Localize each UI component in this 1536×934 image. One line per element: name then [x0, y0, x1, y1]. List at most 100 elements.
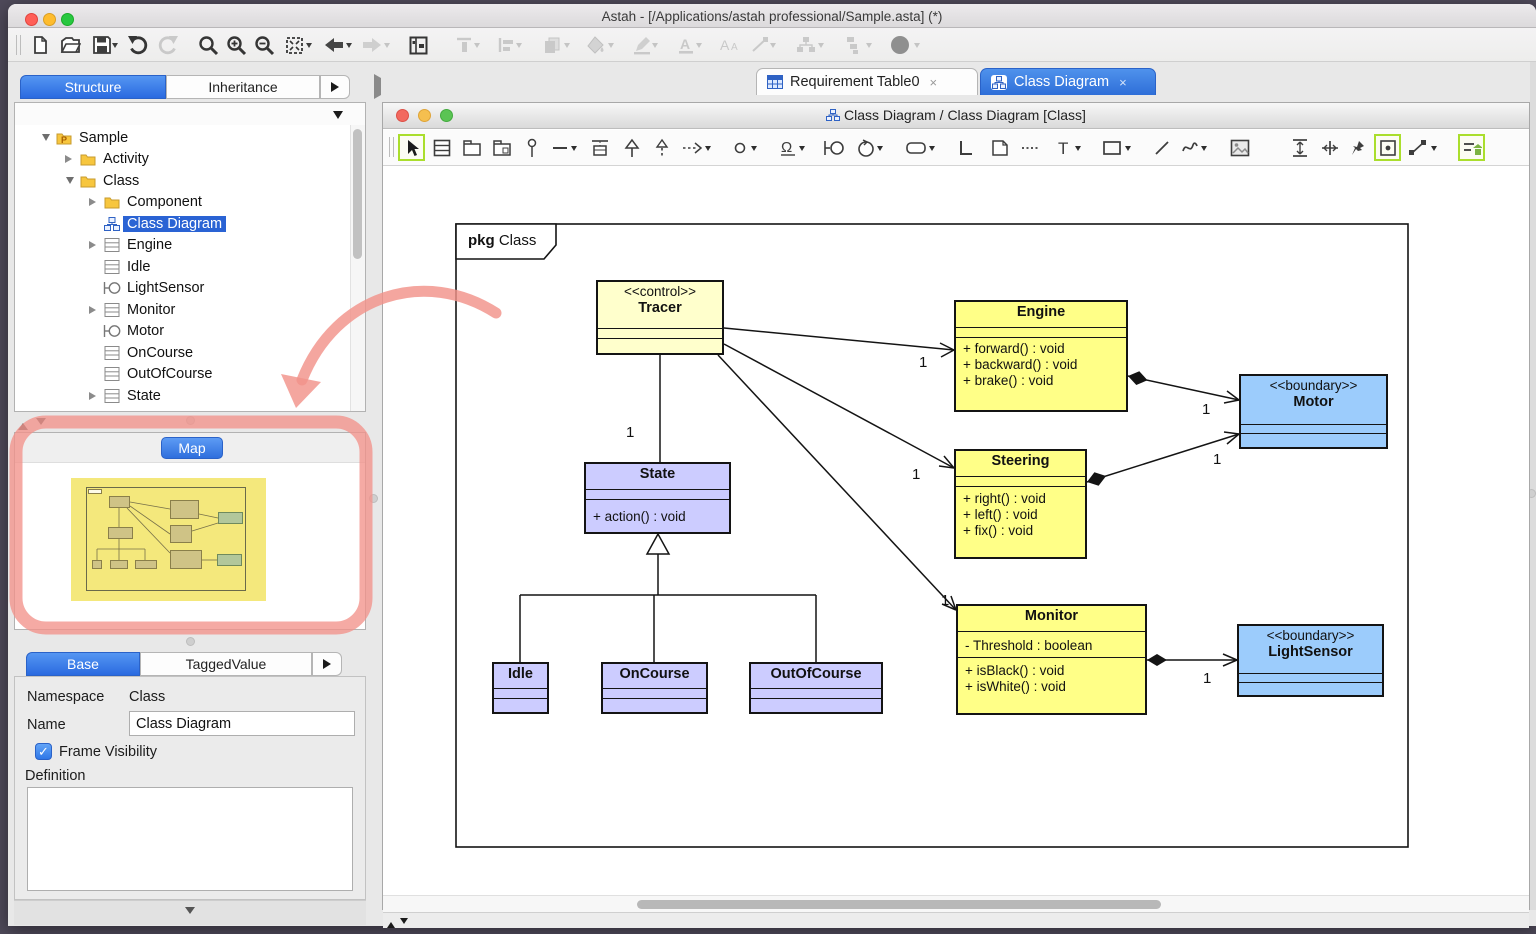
horizontal-scrollbar[interactable]	[383, 895, 1529, 912]
connector-dropdown[interactable]	[1431, 146, 1437, 154]
qualifier-tool-icon[interactable]	[953, 135, 978, 160]
entity-lozenge-tool-icon[interactable]	[903, 135, 928, 160]
class-state[interactable]: State + action() : void	[584, 462, 731, 534]
undo-icon[interactable]	[126, 33, 150, 57]
image-tool-icon[interactable]	[1227, 135, 1252, 160]
association-tool-icon[interactable]	[547, 135, 572, 160]
tree-item-motor[interactable]: Motor	[15, 321, 168, 343]
tree-menu-dropdown-icon[interactable]	[333, 111, 343, 124]
tree-item-idle[interactable]: Idle	[15, 256, 154, 278]
package-tool-icon[interactable]	[459, 135, 484, 160]
rectangle-dropdown[interactable]	[1125, 146, 1131, 154]
class-motor[interactable]: <<boundary>> Motor	[1239, 374, 1388, 449]
zoom-out-icon[interactable]	[252, 33, 276, 57]
map-thumbnail-viewport[interactable]	[71, 478, 266, 601]
freehand-curve-tool-icon[interactable]	[1177, 135, 1202, 160]
expander-open-icon[interactable]	[39, 130, 53, 145]
tree-item-state[interactable]: State	[15, 385, 165, 407]
generalization-tool-icon[interactable]	[619, 135, 644, 160]
text-dropdown[interactable]	[1075, 146, 1081, 154]
class-lightsensor[interactable]: <<boundary>> LightSensor	[1237, 624, 1384, 697]
definition-field[interactable]	[27, 787, 353, 891]
expander-closed-icon[interactable]	[87, 241, 101, 249]
pin-tool-icon[interactable]	[519, 135, 544, 160]
curve-dropdown[interactable]	[1201, 146, 1207, 154]
fit-view-dropdown[interactable]	[306, 43, 312, 51]
note-tool-icon[interactable]	[987, 135, 1012, 160]
new-file-icon[interactable]	[28, 33, 52, 57]
text-tool-icon[interactable]: T	[1051, 135, 1076, 160]
fit-view-icon[interactable]	[282, 33, 306, 57]
tree-item-outofcourse[interactable]: OutOfCourse	[15, 364, 216, 386]
horizontal-scrollbar-thumb[interactable]	[637, 900, 1161, 909]
class-outofcourse[interactable]: OutOfCourse	[749, 662, 883, 714]
instance-dropdown[interactable]	[751, 146, 757, 154]
tab-base[interactable]: Base	[26, 652, 140, 676]
open-file-icon[interactable]	[58, 33, 82, 57]
dependency-tool-icon[interactable]	[679, 135, 704, 160]
panel-divider-handle[interactable]	[369, 494, 378, 503]
class-tracer[interactable]: <<control>> Tracer	[596, 280, 724, 355]
tree-item-engine[interactable]: Engine	[15, 235, 176, 257]
polyline-connector-icon[interactable]	[1405, 135, 1430, 160]
zoom-in-icon[interactable]	[224, 33, 248, 57]
tree-item-lightsensor[interactable]: LightSensor	[15, 278, 208, 300]
tree-item-activity[interactable]: Activity	[15, 149, 153, 171]
boundary-tool-icon[interactable]	[821, 135, 846, 160]
tree-item-monitor[interactable]: Monitor	[15, 299, 179, 321]
line-tool-icon[interactable]	[1149, 135, 1174, 160]
diagram-canvas[interactable]: pkg Class <<control>> Tracer Engine + fo…	[383, 166, 1529, 895]
expander-open-icon[interactable]	[63, 173, 77, 188]
tree-item-component[interactable]: Component	[15, 192, 206, 214]
realization-tool-icon[interactable]	[649, 135, 674, 160]
select-cursor-icon[interactable]	[399, 135, 424, 160]
tab-requirement-table[interactable]: Requirement Table0 ×	[756, 68, 978, 95]
tab-inheritance[interactable]: Inheritance	[166, 75, 320, 99]
entity-dropdown[interactable]	[929, 146, 935, 154]
pushpin-icon[interactable]	[1345, 135, 1370, 160]
collapse-panel-icon[interactable]	[185, 907, 195, 919]
expander-closed-icon[interactable]	[63, 155, 77, 163]
dependency-dropdown[interactable]	[705, 146, 711, 154]
expander-closed-icon[interactable]	[87, 306, 101, 314]
class-oncourse[interactable]: OnCourse	[601, 662, 708, 714]
property-tab-overflow-button[interactable]	[312, 652, 342, 676]
instance-tool-icon[interactable]	[727, 135, 752, 160]
class-engine[interactable]: Engine + forward() : void + backward() :…	[954, 300, 1128, 412]
splitter-handle[interactable]	[186, 416, 195, 425]
map-view-icon[interactable]	[406, 33, 430, 57]
tab-class-diagram[interactable]: Class Diagram ×	[980, 68, 1156, 95]
tree-scrollbar-thumb[interactable]	[353, 129, 362, 259]
control-tool-icon[interactable]	[853, 135, 878, 160]
panel-divider-arrow[interactable]	[370, 78, 381, 96]
frame-visibility-checkbox[interactable]: ✓	[35, 743, 52, 760]
association-dropdown[interactable]	[571, 146, 577, 154]
expander-closed-icon[interactable]	[87, 198, 101, 206]
class-monitor[interactable]: Monitor - Threshold : boolean + isBlack(…	[956, 604, 1147, 715]
class-idle[interactable]: Idle	[492, 662, 549, 714]
close-tab-icon[interactable]: ×	[1119, 75, 1127, 90]
usecase-oval-tool-icon[interactable]: Ω	[775, 135, 800, 160]
association-class-tool-icon[interactable]	[587, 135, 612, 160]
tab-overflow-button[interactable]	[320, 75, 350, 99]
scroll-down-icon[interactable]	[400, 915, 408, 933]
dashed-line-tool-icon[interactable]	[1017, 135, 1042, 160]
auto-layout-icon[interactable]	[1459, 135, 1484, 160]
rectangle-tool-icon[interactable]	[1099, 135, 1124, 160]
usecase-dropdown[interactable]	[799, 146, 805, 154]
dot-frame-icon[interactable]	[1375, 135, 1400, 160]
navigate-back-dropdown[interactable]	[346, 43, 352, 51]
distribute-vertical-icon[interactable]	[1287, 135, 1312, 160]
tab-taggedvalue[interactable]: TaggedValue	[140, 652, 312, 676]
splitter-handle[interactable]	[186, 637, 195, 646]
zoom-tool-icon[interactable]	[196, 33, 220, 57]
tree-item-class[interactable]: Class	[15, 170, 143, 192]
expander-closed-icon[interactable]	[87, 392, 101, 400]
distribute-horizontal-icon[interactable]	[1317, 135, 1342, 160]
tree-item-class-diagram[interactable]: Class Diagram	[15, 213, 226, 235]
tab-structure[interactable]: Structure	[20, 75, 166, 99]
navigate-back-icon[interactable]	[322, 33, 346, 57]
name-field[interactable]	[129, 711, 355, 736]
save-dropdown[interactable]	[112, 43, 118, 51]
close-tab-icon[interactable]: ×	[930, 75, 938, 90]
